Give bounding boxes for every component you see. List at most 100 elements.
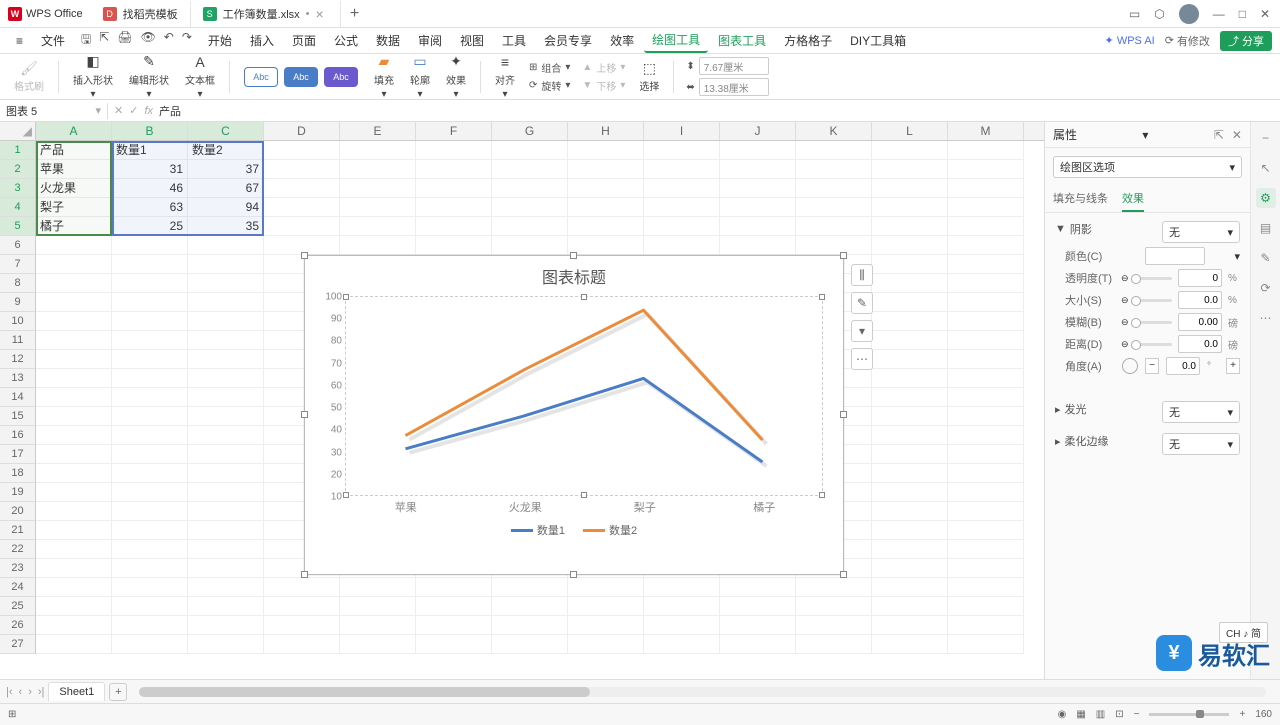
cell[interactable] bbox=[796, 635, 872, 654]
cell[interactable] bbox=[340, 179, 416, 198]
view-layout-icon[interactable]: ⊡ bbox=[1115, 709, 1123, 720]
col-header[interactable]: B bbox=[112, 122, 188, 140]
cell[interactable] bbox=[948, 369, 1024, 388]
row-header[interactable]: 13 bbox=[0, 369, 35, 388]
cell[interactable] bbox=[872, 198, 948, 217]
menu-member[interactable]: 会员专享 bbox=[536, 29, 600, 52]
cell[interactable] bbox=[872, 293, 948, 312]
cell[interactable] bbox=[416, 597, 492, 616]
cell[interactable] bbox=[644, 198, 720, 217]
status-icon[interactable]: ⊞ bbox=[8, 709, 16, 720]
cell[interactable] bbox=[264, 578, 340, 597]
preset-1[interactable]: Abc bbox=[244, 67, 278, 87]
cell[interactable] bbox=[948, 483, 1024, 502]
cell[interactable]: 46 bbox=[112, 179, 188, 198]
cell[interactable] bbox=[644, 141, 720, 160]
cell[interactable] bbox=[872, 521, 948, 540]
cell[interactable] bbox=[340, 141, 416, 160]
prev-sheet-icon[interactable]: ‹ bbox=[19, 686, 23, 698]
cell[interactable] bbox=[340, 160, 416, 179]
cell[interactable] bbox=[36, 483, 112, 502]
cell[interactable] bbox=[112, 369, 188, 388]
zoom-out-icon[interactable]: − bbox=[1134, 709, 1140, 720]
chart-style-button[interactable]: ✎ bbox=[851, 292, 873, 314]
formula-content[interactable]: 产品 bbox=[159, 103, 181, 119]
cell[interactable] bbox=[948, 312, 1024, 331]
cell[interactable] bbox=[948, 635, 1024, 654]
cell[interactable] bbox=[36, 578, 112, 597]
cell[interactable] bbox=[112, 350, 188, 369]
cell[interactable] bbox=[796, 198, 872, 217]
resize-handle[interactable] bbox=[301, 571, 308, 578]
cell[interactable] bbox=[872, 179, 948, 198]
view-page-icon[interactable]: ▥ bbox=[1096, 709, 1105, 720]
cell[interactable] bbox=[112, 236, 188, 255]
cell[interactable] bbox=[188, 274, 264, 293]
resize-handle[interactable] bbox=[570, 571, 577, 578]
cell[interactable] bbox=[872, 635, 948, 654]
col-header[interactable]: H bbox=[568, 122, 644, 140]
size-input[interactable] bbox=[1178, 291, 1222, 309]
cell[interactable] bbox=[36, 540, 112, 559]
transparency-slider[interactable] bbox=[1135, 277, 1172, 280]
cell[interactable] bbox=[872, 350, 948, 369]
cell[interactable] bbox=[340, 578, 416, 597]
cell[interactable] bbox=[720, 578, 796, 597]
col-header[interactable]: J bbox=[720, 122, 796, 140]
window-panel-icon[interactable]: ▭ bbox=[1129, 7, 1140, 21]
cell[interactable] bbox=[720, 160, 796, 179]
cell[interactable] bbox=[492, 236, 568, 255]
tool-more[interactable]: ⋯ bbox=[1256, 308, 1276, 328]
cell[interactable] bbox=[948, 445, 1024, 464]
row-header[interactable]: 12 bbox=[0, 350, 35, 369]
cell[interactable] bbox=[112, 407, 188, 426]
tool-refresh[interactable]: ⟳ bbox=[1256, 278, 1276, 298]
cell[interactable] bbox=[188, 635, 264, 654]
cell[interactable] bbox=[112, 502, 188, 521]
cell[interactable] bbox=[36, 559, 112, 578]
view-eye-icon[interactable]: ◉ bbox=[1058, 709, 1067, 720]
cell[interactable] bbox=[36, 293, 112, 312]
chart-title[interactable]: 图表标题 bbox=[305, 256, 843, 292]
wps-ai-button[interactable]: ✦ WPS AI bbox=[1105, 34, 1155, 47]
cell[interactable] bbox=[644, 597, 720, 616]
cell[interactable] bbox=[720, 141, 796, 160]
cell[interactable] bbox=[948, 502, 1024, 521]
chart-filter-button[interactable]: ▾ bbox=[851, 320, 873, 342]
cell[interactable] bbox=[948, 578, 1024, 597]
tab-effect[interactable]: 效果 bbox=[1122, 190, 1144, 212]
cell[interactable] bbox=[492, 160, 568, 179]
cell[interactable] bbox=[188, 293, 264, 312]
close-tab-icon[interactable]: × bbox=[316, 8, 328, 20]
cell[interactable]: 94 bbox=[188, 198, 264, 217]
menu-tools[interactable]: 工具 bbox=[494, 29, 534, 52]
cell[interactable] bbox=[264, 179, 340, 198]
col-header[interactable]: C bbox=[188, 122, 264, 140]
pin-icon[interactable]: ⇱ bbox=[1214, 128, 1224, 142]
cell[interactable] bbox=[872, 236, 948, 255]
plot-area[interactable]: 102030405060708090100苹果火龙果梨子橘子 bbox=[345, 296, 823, 496]
row-header[interactable]: 19 bbox=[0, 483, 35, 502]
menu-insert[interactable]: 插入 bbox=[242, 29, 282, 52]
cell[interactable] bbox=[492, 141, 568, 160]
cell[interactable] bbox=[872, 331, 948, 350]
sheet-tab[interactable]: Sheet1 bbox=[48, 682, 105, 701]
cell[interactable] bbox=[948, 331, 1024, 350]
shadow-color-picker[interactable] bbox=[1145, 247, 1205, 265]
redo-icon[interactable]: ↷ bbox=[182, 30, 192, 51]
row-header[interactable]: 21 bbox=[0, 521, 35, 540]
resize-handle[interactable] bbox=[840, 252, 847, 259]
cell[interactable] bbox=[872, 616, 948, 635]
outline-button[interactable]: ▭ 轮廓 ▾ bbox=[404, 54, 436, 100]
cell[interactable] bbox=[948, 350, 1024, 369]
row-header[interactable]: 16 bbox=[0, 426, 35, 445]
cell[interactable] bbox=[948, 141, 1024, 160]
fx-icon[interactable]: fx bbox=[144, 105, 153, 117]
row-header[interactable]: 27 bbox=[0, 635, 35, 654]
cell[interactable] bbox=[264, 597, 340, 616]
cell[interactable] bbox=[188, 388, 264, 407]
cell[interactable] bbox=[264, 616, 340, 635]
blur-input[interactable] bbox=[1178, 313, 1222, 331]
tab-fill[interactable]: 填充与线条 bbox=[1053, 190, 1108, 212]
col-header[interactable]: A bbox=[36, 122, 112, 140]
